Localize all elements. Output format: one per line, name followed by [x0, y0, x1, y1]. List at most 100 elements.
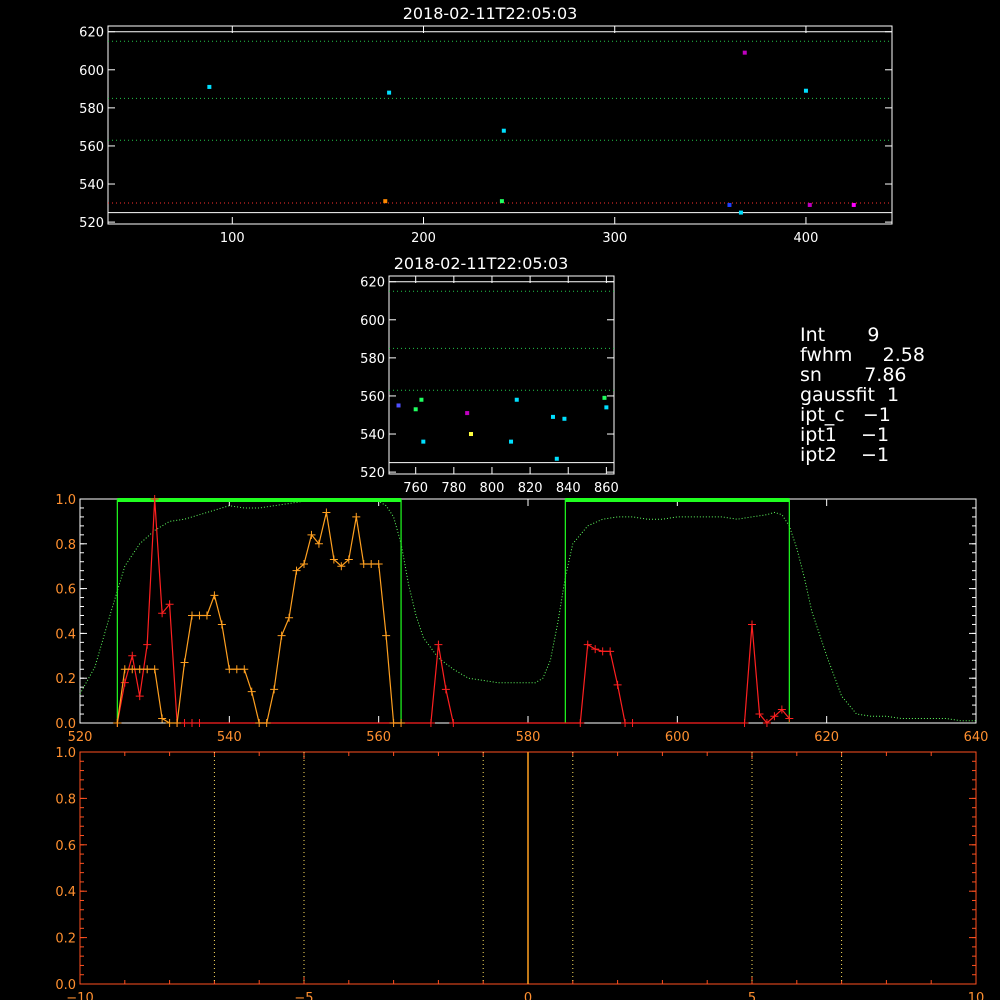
info-line-int: Int 9: [800, 324, 879, 346]
series-0-marker: [180, 719, 189, 727]
series-0-marker: [441, 685, 450, 694]
series-1-marker: [158, 714, 167, 723]
lag-ytick-label: 0.6: [55, 839, 76, 854]
spectrum-xtick-label: 620: [814, 730, 839, 745]
spectrum-ytick-label: 0.2: [55, 672, 76, 687]
top-scatter-point: [807, 202, 812, 207]
spectrum-xtick-label: 540: [217, 730, 242, 745]
lag-ytick-label: 0.2: [55, 932, 76, 947]
spectrum-panel: 520 540 560 580 600 620 640 0.0 0.2 0.4 0.6 0.8 1.0: [55, 493, 988, 745]
mid-scatter-ytick-label: 560: [360, 390, 385, 405]
spectrum-xtick-label: 580: [516, 730, 541, 745]
lag-xtick-label: 10: [968, 991, 985, 1000]
series-1-marker: [382, 631, 391, 640]
series-0-marker: [621, 719, 630, 727]
series-1-marker: [322, 508, 331, 517]
info-line-fwhm: fwhm 2.58: [800, 344, 925, 366]
spectrum-xtick-label: 520: [68, 730, 93, 745]
series-0-marker: [188, 719, 196, 727]
mid-scatter-ytick-label: 580: [360, 352, 385, 367]
series-1-marker: [359, 559, 368, 568]
series-0-marker: [135, 692, 144, 701]
mid-scatter-point: [602, 395, 607, 400]
series-0-marker: [748, 620, 756, 629]
series-1-marker: [165, 719, 174, 727]
lag-ytick-label: 0.8: [55, 792, 76, 807]
top-scatter-ytick-label: 540: [79, 178, 104, 193]
top-scatter-xtick-label: 100: [220, 231, 245, 246]
series-0-marker: [628, 719, 637, 727]
mid-scatter-point: [554, 456, 559, 461]
mid-scatter-ytick-label: 540: [360, 428, 385, 443]
spectrum-xtick-label: 560: [366, 730, 391, 745]
mid-scatter-ytick-label: 620: [360, 276, 385, 291]
mid-scatter-point: [421, 439, 426, 444]
series-1-marker: [270, 685, 279, 694]
mid-scatter-point: [413, 407, 418, 412]
top-scatter-point: [207, 84, 212, 89]
mid-scatter-xtick-label: 760: [403, 481, 428, 496]
series-1-marker: [389, 719, 398, 727]
mid-scatter-point: [396, 403, 401, 408]
top-scatter-point: [742, 50, 747, 55]
series-0-marker: [740, 719, 749, 727]
series-1-marker: [247, 687, 256, 696]
mid-scatter-xtick-label: 780: [441, 481, 466, 496]
info-line-ipt2: ipt2 −1: [800, 444, 889, 466]
mid-scatter-ytick-label: 600: [360, 314, 385, 329]
top-scatter-xtick-label: 300: [602, 231, 627, 246]
mid-scatter-point: [604, 405, 609, 410]
series-0-marker: [606, 647, 615, 656]
series-0-marker: [195, 719, 204, 727]
plot-canvas: 2018-02-11T22:05:03 100 200 300 40052054056…: [55, 4, 988, 1000]
series-1-marker: [135, 665, 144, 674]
top-scatter-point: [803, 88, 808, 93]
series-1-marker: [277, 631, 286, 640]
mid-scatter-point: [468, 432, 473, 437]
top-scatter-panel: 2018-02-11T22:05:03 100 200 300 400 520 540 56…: [79, 4, 893, 246]
lag-ytick-label: 1.0: [55, 746, 76, 761]
info-line-ipt-c: ipt_c −1: [800, 404, 891, 426]
series-0-marker: [434, 640, 443, 649]
series-1-marker: [180, 658, 189, 667]
top-scatter-title: 2018-02-11T22:05:03: [403, 4, 578, 23]
series-1-marker: [232, 665, 241, 674]
spectrum-frame: [79, 498, 977, 724]
lag-ytick-label: 0.4: [55, 885, 76, 900]
series-0-marker: [426, 719, 435, 727]
top-scatter-point: [851, 202, 856, 207]
mid-scatter-point: [562, 416, 567, 421]
spectrum-ytick-label: 0.0: [55, 717, 76, 732]
series-1-marker: [240, 665, 249, 674]
series-1-marker: [255, 719, 264, 727]
series-0-marker: [576, 719, 585, 727]
series-1-marker: [285, 613, 294, 622]
series-1-marker: [202, 611, 211, 620]
mid-scatter-xtick-label: 800: [480, 481, 505, 496]
top-scatter-ytick-label: 580: [79, 102, 104, 117]
top-scatter-point: [387, 90, 392, 95]
spectrum-xtick-label: 600: [665, 730, 690, 745]
spectrum-ytick-label: 0.4: [55, 627, 76, 642]
series-0-marker: [128, 651, 137, 660]
series-1-marker: [367, 559, 376, 568]
top-scatter-point: [727, 202, 732, 207]
spectrum-xtick-label: 640: [964, 730, 989, 745]
series-0-marker: [591, 645, 600, 654]
info-panel: Int 9 fwhm 2.58 sn 7.86 gaussfit 1 ipt_c…: [800, 324, 925, 466]
info-line-ipt1: ipt1 −1: [800, 424, 889, 446]
series-0-marker: [613, 680, 622, 689]
series-1-marker: [262, 719, 271, 727]
spectrum-ytick-label: 1.0: [55, 493, 76, 508]
info-line-gaussfit: gaussfit 1: [800, 384, 899, 406]
series-1-marker: [188, 611, 196, 620]
mid-scatter-frame: [388, 275, 615, 475]
lag-panel: −10 −5 0 5 100.00.20.40.60.81.0: [55, 746, 984, 1000]
mid-scatter-point: [419, 397, 424, 402]
series-1-marker: [195, 611, 204, 620]
mid-scatter-point: [465, 411, 470, 416]
series-0-marker: [583, 640, 592, 649]
mid-scatter-xtick-label: 820: [518, 481, 543, 496]
top-scatter-point: [499, 199, 504, 204]
mid-scatter-point: [509, 439, 514, 444]
